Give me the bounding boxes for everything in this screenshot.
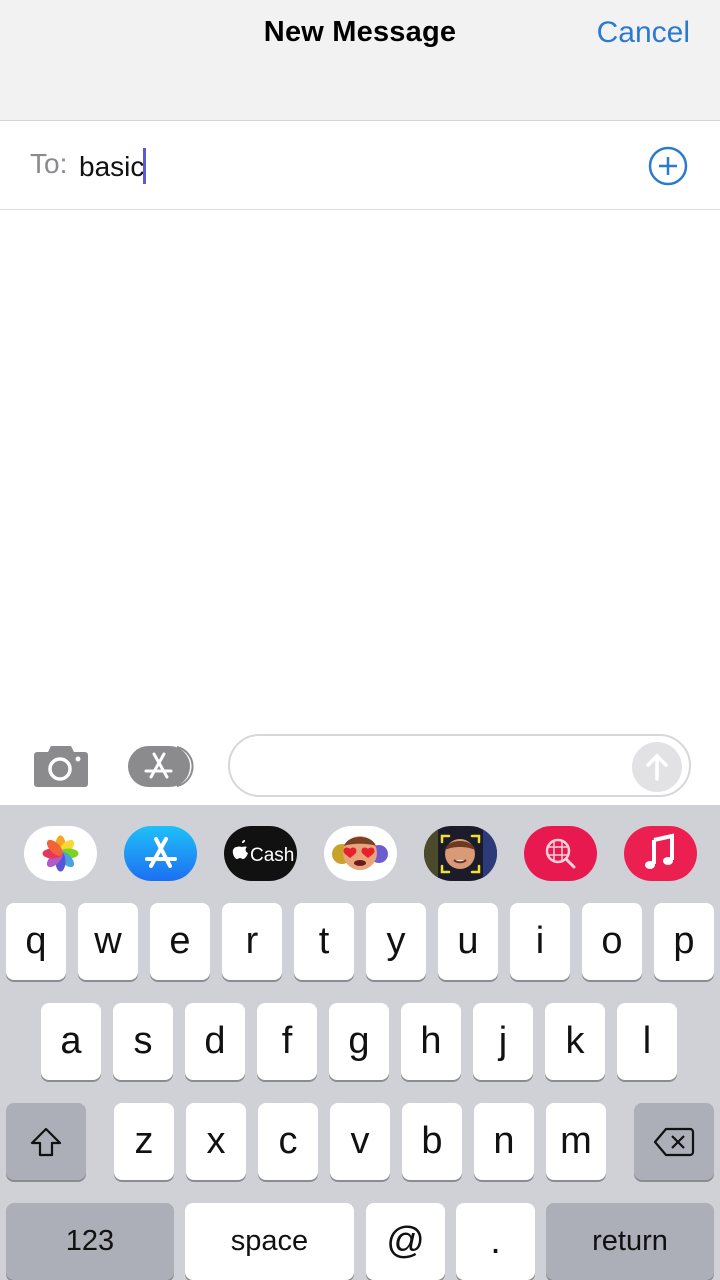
to-label: To:: [30, 148, 68, 179]
key-z[interactable]: z: [114, 1103, 174, 1180]
key-p[interactable]: p: [654, 903, 714, 980]
shift-key[interactable]: [6, 1103, 86, 1180]
text-cursor: [143, 148, 147, 184]
app-drawer-images[interactable]: [524, 826, 597, 881]
add-contact-button[interactable]: [648, 146, 688, 186]
key-e[interactable]: e: [150, 903, 210, 980]
key-a[interactable]: a: [41, 1003, 101, 1080]
memoji-stickers-icon: [332, 836, 388, 870]
app-drawer-memoji-stickers[interactable]: [324, 826, 397, 881]
shift-icon: [30, 1127, 62, 1156]
camera-icon: [34, 746, 88, 787]
arrow-up-icon: [646, 753, 668, 781]
cancel-button[interactable]: Cancel: [597, 16, 690, 50]
svg-text:Cash: Cash: [250, 845, 294, 866]
recipient-text: basic: [79, 151, 145, 182]
key-s[interactable]: s: [113, 1003, 173, 1080]
key-d[interactable]: d: [185, 1003, 245, 1080]
app-drawer-music[interactable]: [624, 826, 697, 881]
key-g[interactable]: g: [329, 1003, 389, 1080]
key-h[interactable]: h: [401, 1003, 461, 1080]
delete-key[interactable]: [634, 1103, 714, 1180]
key-j[interactable]: j: [473, 1003, 533, 1080]
send-button[interactable]: [632, 742, 682, 792]
key-o[interactable]: o: [582, 903, 642, 980]
app-drawer-app-store[interactable]: [124, 826, 197, 881]
key-r[interactable]: r: [222, 903, 282, 980]
app-drawer-apple-cash[interactable]: Cash: [224, 826, 297, 881]
plus-circle-icon: [648, 146, 688, 186]
key-x[interactable]: x: [186, 1103, 246, 1180]
key-l[interactable]: l: [617, 1003, 677, 1080]
photos-icon: [42, 835, 79, 872]
image-search-icon: [545, 838, 576, 869]
key-i[interactable]: i: [510, 903, 570, 980]
numbers-key[interactable]: 123: [6, 1203, 174, 1280]
key-k[interactable]: k: [545, 1003, 605, 1080]
key-u[interactable]: u: [438, 903, 498, 980]
nav-header: New Message Cancel: [0, 0, 720, 121]
space-key[interactable]: space: [185, 1203, 354, 1280]
app-drawer-photos[interactable]: [24, 826, 97, 881]
key-f[interactable]: f: [257, 1003, 317, 1080]
key-b[interactable]: b: [402, 1103, 462, 1180]
message-input[interactable]: [228, 734, 691, 797]
animoji-icon: [424, 826, 497, 881]
key-v[interactable]: v: [330, 1103, 390, 1180]
conversation-area: [0, 211, 720, 731]
apple-cash-icon: Cash: [232, 840, 294, 866]
app-drawer-animoji[interactable]: [424, 826, 497, 881]
music-icon: [645, 833, 674, 869]
key-n[interactable]: n: [474, 1103, 534, 1180]
app-store-icon: [145, 837, 177, 868]
camera-button[interactable]: [33, 744, 89, 788]
recipient-input[interactable]: basic: [79, 148, 147, 184]
return-key[interactable]: return: [546, 1203, 714, 1280]
key-y[interactable]: y: [366, 903, 426, 980]
recipient-row: To: basic: [0, 121, 720, 210]
key-c[interactable]: c: [258, 1103, 318, 1180]
period-key[interactable]: .: [456, 1203, 535, 1280]
key-t[interactable]: t: [294, 903, 354, 980]
app-drawer-button[interactable]: [127, 744, 197, 789]
at-key[interactable]: @: [366, 1203, 445, 1280]
app-store-icon: [128, 746, 194, 787]
backspace-icon: [653, 1127, 695, 1156]
key-m[interactable]: m: [546, 1103, 606, 1180]
key-q[interactable]: q: [6, 903, 66, 980]
key-w[interactable]: w: [78, 903, 138, 980]
